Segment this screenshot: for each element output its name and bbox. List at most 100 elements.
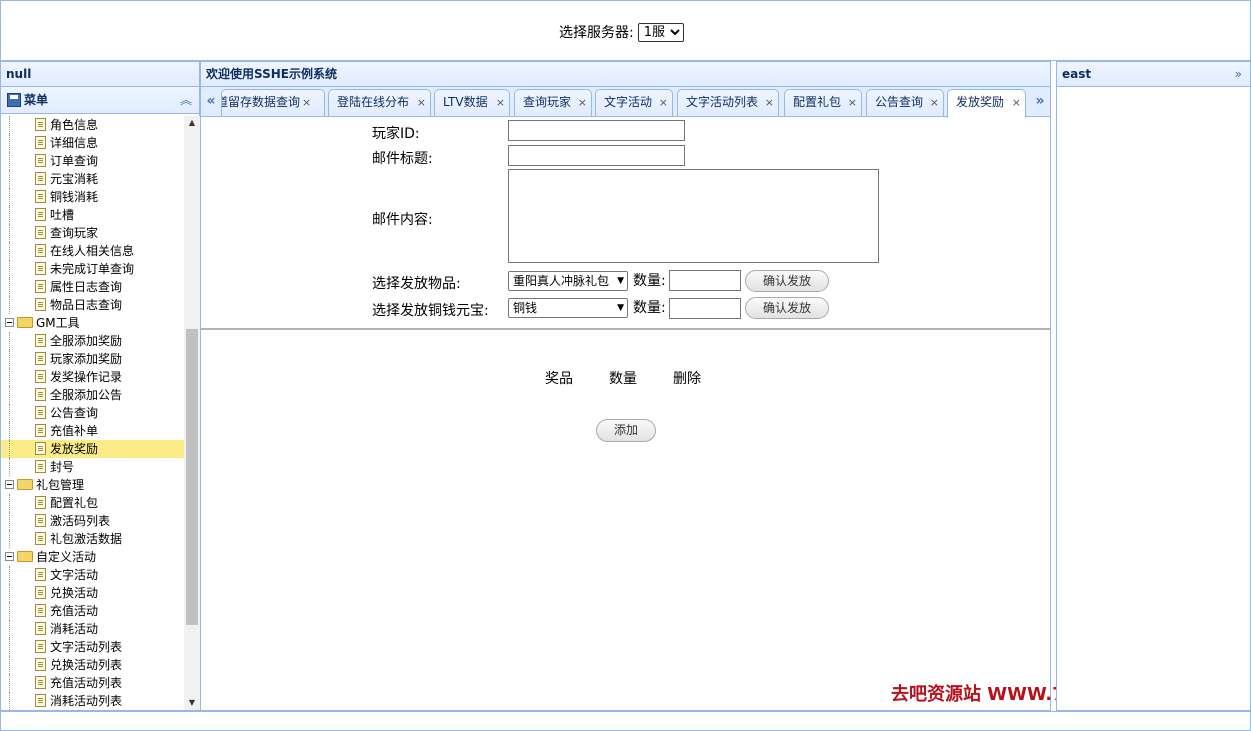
tab-3[interactable]: 查询玩家 ×: [514, 89, 592, 116]
tree-guide-line: [9, 494, 10, 512]
tree-item[interactable]: 在线人相关信息: [1, 242, 184, 260]
tree-item-label: 在线人相关信息: [50, 244, 135, 258]
tree-item[interactable]: 物品日志查询: [1, 296, 184, 314]
collapse-minus-icon[interactable]: [5, 480, 14, 489]
tree-guide-line: [9, 512, 10, 530]
file-icon: [35, 604, 46, 617]
tree-item[interactable]: 充值活动列表: [1, 674, 184, 692]
tree-group[interactable]: 礼包管理: [1, 476, 184, 494]
tree-item[interactable]: 充值补单: [1, 422, 184, 440]
tree-item[interactable]: 查询玩家: [1, 224, 184, 242]
menu-tree: 角色信息 详细信息订单查询元宝消耗 铜钱消耗 吐槽 查询玩家在线人相关信息未完成订单查询…: [1, 116, 184, 710]
item-select[interactable]: 重阳真人冲脉礼包 ▼: [508, 271, 628, 291]
close-icon[interactable]: ×: [578, 90, 587, 115]
tab-7[interactable]: 公告查询 ×: [866, 89, 944, 116]
tree-item[interactable]: 文字活动: [1, 566, 184, 584]
tree-item-label: 文字活动列表: [50, 640, 123, 654]
currency-confirm-button[interactable]: 确认发放: [745, 297, 829, 319]
tree-item[interactable]: 文字活动列表: [1, 638, 184, 656]
server-select[interactable]: 1服: [637, 22, 684, 42]
item-label: 选择发放物品:: [372, 276, 461, 292]
close-icon[interactable]: ×: [496, 90, 505, 115]
close-icon[interactable]: ×: [930, 90, 939, 115]
close-icon[interactable]: ×: [765, 90, 774, 115]
file-icon: [35, 640, 46, 653]
tree-item[interactable]: 消耗活动列表: [1, 692, 184, 710]
tree-item[interactable]: 元宝消耗: [1, 170, 184, 188]
tree-item[interactable]: 玩家添加奖励: [1, 350, 184, 368]
mail-content-textarea[interactable]: [508, 169, 879, 263]
tree-item[interactable]: 激活码列表: [1, 512, 184, 530]
tree-item-label: 订单查询: [50, 154, 99, 168]
close-icon[interactable]: ×: [659, 90, 668, 115]
currency-qty-input[interactable]: [669, 298, 741, 319]
close-icon[interactable]: ×: [1012, 90, 1021, 115]
tree-item[interactable]: 铜钱消耗: [1, 188, 184, 206]
mail-content-label: 邮件内容:: [372, 212, 433, 228]
chevron-down-icon: ▼: [617, 303, 624, 313]
tree-guide-line: [9, 332, 10, 350]
tree-item[interactable]: 属性日志查询: [1, 278, 184, 296]
tab-scroll-right-icon[interactable]: »: [1031, 89, 1049, 116]
tab-0[interactable]: 渠道留存数据查询×: [221, 89, 325, 116]
reward-form: 玩家ID: 邮件标题: 邮件内容: 选择发放物品: 重阳真人冲脉礼包 ▼ 数量:…: [201, 118, 1050, 330]
tree-item[interactable]: 吐槽: [1, 206, 184, 224]
collapse-up-icon[interactable]: ︽: [180, 87, 192, 113]
mail-title-label: 邮件标题:: [372, 151, 433, 167]
tab-6[interactable]: 配置礼包 ×: [784, 89, 862, 116]
tree-item[interactable]: 发奖操作记录: [1, 368, 184, 386]
tree-item[interactable]: 全服添加奖励: [1, 332, 184, 350]
file-icon: [35, 532, 46, 545]
item-qty-input[interactable]: [669, 270, 741, 291]
tree-item[interactable]: 订单查询: [1, 152, 184, 170]
tree-item[interactable]: 配置礼包: [1, 494, 184, 512]
scroll-down-arrow-icon[interactable]: ▼: [184, 696, 200, 710]
tree-guide-line: [9, 134, 10, 152]
tab-5[interactable]: 文字活动列表 ×: [677, 89, 779, 116]
tree-item-label: 兑换活动列表: [50, 658, 123, 672]
scroll-up-arrow-icon[interactable]: ▲: [184, 116, 200, 130]
item-confirm-button[interactable]: 确认发放: [745, 270, 829, 292]
tree-item[interactable]: 公告查询: [1, 404, 184, 422]
expand-right-icon[interactable]: »: [1235, 62, 1242, 86]
tree-item-label: 公告查询: [50, 406, 99, 420]
tree-item[interactable]: 兑换活动列表: [1, 656, 184, 674]
tab-2[interactable]: LTV数据 ×: [434, 89, 510, 116]
close-icon[interactable]: ×: [417, 90, 426, 115]
tree-item[interactable]: 封号: [1, 458, 184, 476]
tree-item[interactable]: 全服添加公告: [1, 386, 184, 404]
tab-8[interactable]: 发放奖励 ×: [947, 89, 1026, 118]
server-selector: 选择服务器: 1服: [559, 22, 684, 42]
tab-4[interactable]: 文字活动 ×: [595, 89, 673, 116]
player-id-input[interactable]: [508, 120, 685, 141]
tree-item[interactable]: 充值活动: [1, 602, 184, 620]
tab-1[interactable]: 登陆在线分布 ×: [328, 89, 431, 116]
file-icon: [35, 352, 46, 365]
tree-item[interactable]: 兑换活动: [1, 584, 184, 602]
file-icon: [35, 118, 46, 131]
tree-group[interactable]: 自定义活动: [1, 548, 184, 566]
tree-item[interactable]: 发放奖励: [1, 440, 184, 458]
tree-item-label: 消耗活动: [50, 622, 99, 636]
east-panel-header: east »: [1057, 62, 1250, 87]
tree-item[interactable]: 详细信息: [1, 134, 184, 152]
tree-item[interactable]: 消耗活动: [1, 620, 184, 638]
tab-scroll-left-icon[interactable]: «: [202, 89, 220, 116]
add-button[interactable]: 添加: [596, 419, 656, 442]
currency-select[interactable]: 铜钱 ▼: [508, 298, 628, 318]
menu-accordion-header[interactable]: 菜单 ︽: [1, 87, 199, 114]
collapse-minus-icon[interactable]: [5, 552, 14, 561]
collapse-minus-icon[interactable]: [5, 318, 14, 327]
file-icon: [35, 442, 46, 455]
scroll-thumb[interactable]: [186, 329, 198, 625]
mail-title-input[interactable]: [508, 145, 685, 166]
tree-group[interactable]: GM工具: [1, 314, 184, 332]
close-icon[interactable]: ×: [848, 90, 857, 115]
tree-scrollbar[interactable]: ▲ ▼: [184, 116, 200, 710]
file-icon: [35, 622, 46, 635]
tree-item[interactable]: 礼包激活数据: [1, 530, 184, 548]
tree-guide-line: [9, 458, 10, 476]
tree-guide-line: [9, 620, 10, 638]
tree-item[interactable]: 角色信息: [1, 116, 184, 134]
tree-item[interactable]: 未完成订单查询: [1, 260, 184, 278]
